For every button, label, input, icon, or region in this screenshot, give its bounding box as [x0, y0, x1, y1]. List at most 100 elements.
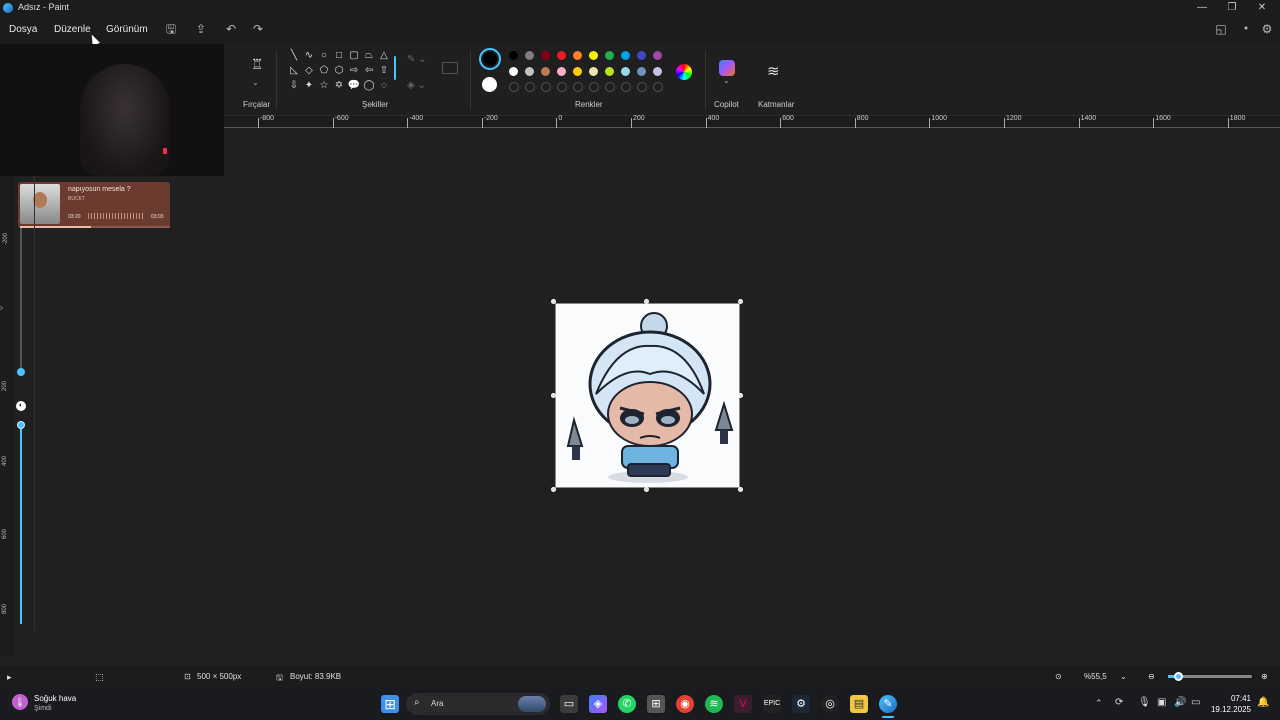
color-swatch[interactable]	[589, 67, 598, 76]
arrow-up-shape-icon[interactable]: ⇧	[377, 65, 391, 76]
shapes-scrollbar[interactable]	[394, 56, 396, 80]
search-box[interactable]: ⌕ Ara	[406, 693, 550, 715]
outline-icon[interactable]: ✎ ⌄	[407, 54, 427, 65]
callout-rect-shape-icon[interactable]: 💬	[347, 80, 361, 91]
color-swatch[interactable]	[525, 51, 534, 60]
brush-icon[interactable]: ♖	[248, 56, 266, 76]
star5-shape-icon[interactable]: ☆	[317, 80, 331, 91]
steam-icon[interactable]: ⚙	[792, 695, 810, 713]
color-swatch[interactable]	[541, 67, 550, 76]
paint-taskbar-icon[interactable]: ✎	[879, 695, 897, 713]
minimize-icon[interactable]: —	[1187, 0, 1217, 16]
edit-colors-icon[interactable]	[676, 64, 692, 80]
maximize-icon[interactable]: ❐	[1217, 0, 1247, 16]
oval-shape-icon[interactable]: ○	[317, 50, 331, 61]
custom-color-slot[interactable]	[573, 82, 583, 92]
slider-thumb-bottom[interactable]	[17, 421, 25, 429]
color-swatch[interactable]	[557, 67, 566, 76]
star4-shape-icon[interactable]: ✦	[302, 80, 316, 91]
resize-handle-tr[interactable]	[738, 299, 743, 304]
menu-edit[interactable]: Düzenle	[50, 22, 95, 37]
color-swatch[interactable]	[525, 67, 534, 76]
microphone-icon[interactable]: 🎙	[1138, 697, 1151, 708]
menu-view[interactable]: Görünüm	[102, 22, 152, 37]
secondary-color-button[interactable]	[482, 77, 497, 92]
rectangle-shape-icon[interactable]: □	[332, 50, 346, 61]
progress-track[interactable]	[20, 226, 170, 228]
fill-icon[interactable]: ◈ ⌄	[407, 80, 426, 91]
notifications-icon[interactable]: 🔔	[1257, 697, 1269, 708]
clock-time[interactable]: 07:41	[1221, 694, 1251, 703]
file-explorer-icon[interactable]: ▤	[850, 695, 868, 713]
settings-icon[interactable]: ⚙	[1257, 20, 1277, 38]
drawing-canvas[interactable]	[555, 303, 740, 488]
zoom-slider-thumb[interactable]	[1174, 672, 1183, 681]
resize-handle-l[interactable]	[551, 393, 556, 398]
custom-color-slot[interactable]	[525, 82, 535, 92]
custom-color-slot[interactable]	[621, 82, 631, 92]
obs-icon[interactable]: ◎	[821, 695, 839, 713]
volume-icon[interactable]: 🔊	[1174, 697, 1186, 708]
rounded-rectangle-shape-icon[interactable]: ▢	[347, 50, 361, 61]
resize-handle-b[interactable]	[644, 487, 649, 492]
account-icon[interactable]: ●	[1236, 20, 1256, 38]
custom-color-slot[interactable]	[557, 82, 567, 92]
color-swatch[interactable]	[605, 67, 614, 76]
callout-cloud-shape-icon[interactable]: ◌	[377, 80, 391, 91]
custom-color-slot[interactable]	[605, 82, 615, 92]
custom-color-slot[interactable]	[589, 82, 599, 92]
share-icon[interactable]: ⇪	[191, 20, 211, 38]
triangle-shape-icon[interactable]: △	[377, 50, 391, 61]
tray-chevron-icon[interactable]: ⌃	[1095, 698, 1103, 709]
clock-date[interactable]: 19.12.2025	[1206, 705, 1251, 714]
zoom-dropdown-icon[interactable]: ⌄	[1120, 672, 1127, 681]
network-icon[interactable]: ▣	[1157, 697, 1166, 708]
resize-handle-r[interactable]	[738, 393, 743, 398]
color-swatch[interactable]	[621, 67, 630, 76]
redo-icon[interactable]: ↷	[248, 20, 268, 38]
slider-track-top[interactable]	[20, 228, 22, 373]
arrow-down-shape-icon[interactable]: ⇩	[287, 80, 301, 91]
resize-handle-tl[interactable]	[551, 299, 556, 304]
polygon-shape-icon[interactable]: ⏢	[362, 50, 376, 61]
color-swatch[interactable]	[557, 51, 566, 60]
resize-handle-t[interactable]	[644, 299, 649, 304]
battery-icon[interactable]: ▭	[1191, 697, 1200, 708]
hexagon-shape-icon[interactable]: ⬡	[332, 65, 346, 76]
layers-icon[interactable]: ≋	[767, 62, 780, 80]
color-swatch[interactable]	[509, 51, 518, 60]
curve-shape-icon[interactable]: ∿	[302, 50, 316, 61]
resize-handle-br[interactable]	[738, 487, 743, 492]
primary-color-button[interactable]	[479, 48, 501, 70]
weather-icon[interactable]: 🌡	[12, 694, 28, 710]
color-swatch[interactable]	[637, 67, 646, 76]
right-triangle-shape-icon[interactable]: ◺	[287, 65, 301, 76]
start-icon[interactable]: ⊞	[381, 695, 399, 713]
resize-handle-bl[interactable]	[551, 487, 556, 492]
slider-thumb-top[interactable]	[17, 368, 25, 376]
zoom-in-icon[interactable]: ⊕	[1261, 672, 1268, 681]
menu-file[interactable]: Dosya	[5, 22, 41, 37]
chrome-icon[interactable]: ◉	[676, 695, 694, 713]
color-swatch[interactable]	[573, 51, 582, 60]
color-swatch[interactable]	[653, 67, 662, 76]
arrow-right-shape-icon[interactable]: ⇨	[347, 65, 361, 76]
color-swatch[interactable]	[653, 51, 662, 60]
custom-color-slot[interactable]	[541, 82, 551, 92]
zoom-level[interactable]: %55,5	[1084, 672, 1107, 681]
color-swatch[interactable]	[605, 51, 614, 60]
copilot-icon[interactable]	[719, 60, 735, 76]
task-view-icon[interactable]: ▭	[560, 695, 578, 713]
diamond-shape-icon[interactable]: ◇	[302, 65, 316, 76]
epic-games-icon[interactable]: EPIC	[763, 695, 781, 713]
zoom-out-icon[interactable]: ⊖	[1148, 672, 1155, 681]
sync-icon[interactable]: ⟳	[1115, 697, 1123, 708]
line-shape-icon[interactable]: ╲	[287, 50, 301, 61]
brush-dropdown-icon[interactable]: ⌄	[252, 78, 259, 87]
custom-color-slot[interactable]	[637, 82, 647, 92]
slider-track-bottom[interactable]	[20, 424, 22, 624]
music-widget[interactable]: napıyosun mesela ? BUCKT 03:20 03:03	[18, 182, 170, 228]
store-icon[interactable]: ⊞	[647, 695, 665, 713]
color-swatch[interactable]	[541, 51, 550, 60]
save-icon[interactable]: 🖫	[161, 20, 181, 38]
